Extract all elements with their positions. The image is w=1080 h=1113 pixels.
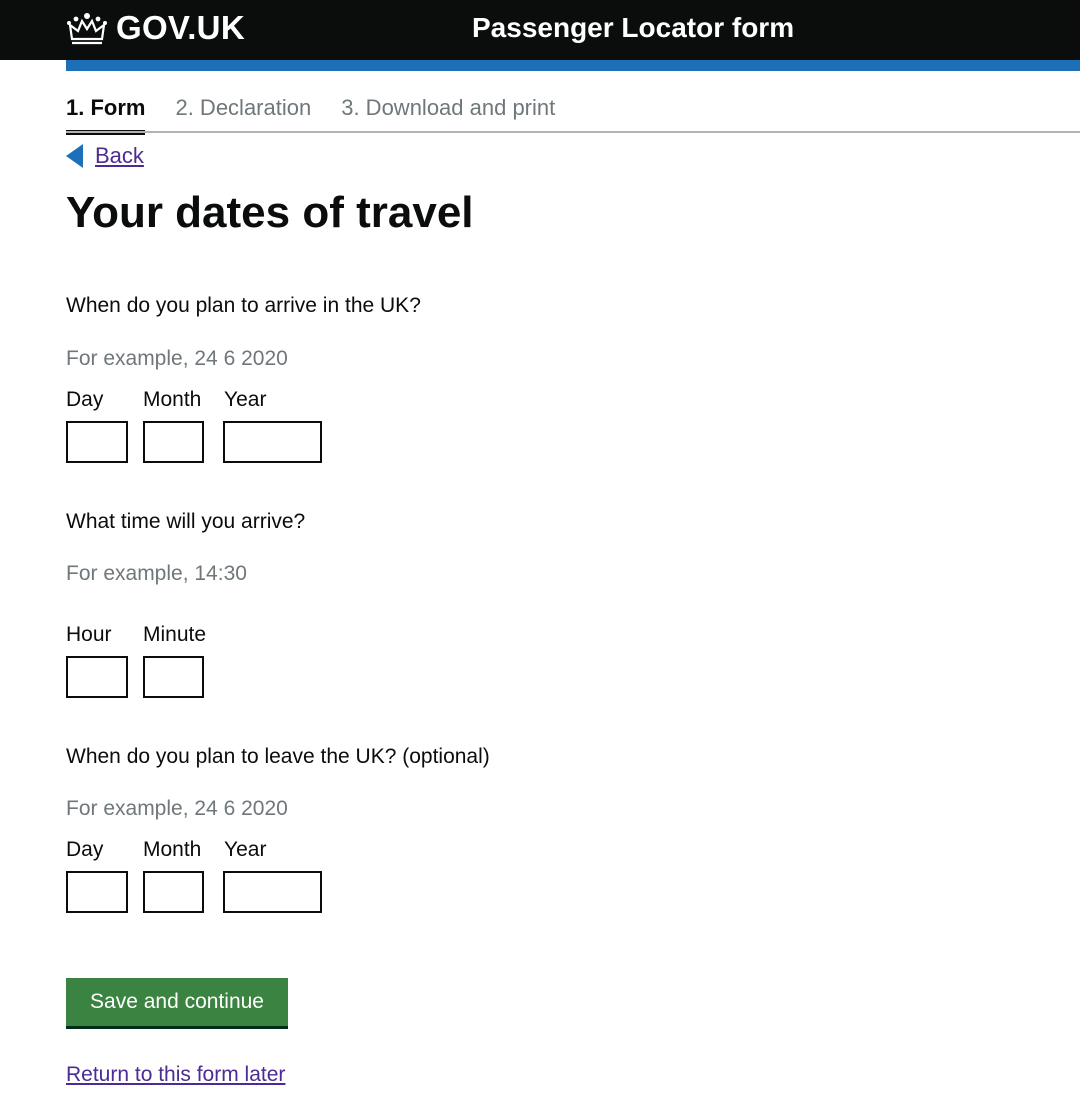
arrival-hour-label: Hour bbox=[66, 623, 112, 646]
arrival-day-input[interactable] bbox=[66, 421, 128, 463]
step-declaration[interactable]: 2. Declaration bbox=[175, 90, 311, 132]
arrival-date-hint: For example, 24 6 2020 bbox=[66, 347, 288, 370]
site-header: GOV.UK Passenger Locator form bbox=[0, 0, 1080, 60]
govuk-logo[interactable]: GOV.UK bbox=[66, 8, 245, 48]
arrival-month-label: Month bbox=[143, 388, 202, 411]
arrival-month-input[interactable] bbox=[143, 421, 204, 463]
steps-divider bbox=[66, 131, 1080, 133]
back-link-container[interactable]: Back bbox=[66, 140, 144, 172]
crown-icon bbox=[67, 13, 107, 45]
leave-day-label: Day bbox=[66, 838, 104, 861]
header-accent-bar bbox=[66, 60, 1080, 71]
return-later-link[interactable]: Return to this form later bbox=[66, 1060, 285, 1090]
arrival-time-question: What time will you arrive? bbox=[66, 510, 306, 533]
arrival-minute-input[interactable] bbox=[143, 656, 204, 698]
arrival-year-input[interactable] bbox=[223, 421, 322, 463]
arrival-date-question: When do you plan to arrive in the UK? bbox=[66, 294, 421, 317]
arrival-time-hint: For example, 14:30 bbox=[66, 562, 247, 585]
leave-year-label: Year bbox=[224, 838, 267, 861]
page-title: Your dates of travel bbox=[66, 188, 474, 237]
logo-text: GOV.UK bbox=[116, 9, 245, 46]
leave-month-input[interactable] bbox=[143, 871, 204, 913]
arrival-year-label: Year bbox=[224, 388, 267, 411]
leave-month-label: Month bbox=[143, 838, 202, 861]
leave-date-question: When do you plan to leave the UK? (optio… bbox=[66, 745, 490, 768]
arrival-day-label: Day bbox=[66, 388, 104, 411]
leave-date-hint: For example, 24 6 2020 bbox=[66, 797, 288, 820]
service-name[interactable]: Passenger Locator form bbox=[472, 10, 794, 46]
step-navigation: 1. Form 2. Declaration 3. Download and p… bbox=[66, 90, 585, 135]
arrival-minute-label: Minute bbox=[143, 623, 207, 646]
back-link[interactable]: Back bbox=[95, 140, 144, 172]
back-arrow-icon bbox=[66, 144, 83, 168]
arrival-hour-input[interactable] bbox=[66, 656, 128, 698]
leave-day-input[interactable] bbox=[66, 871, 128, 913]
step-form[interactable]: 1. Form bbox=[66, 90, 146, 135]
leave-year-input[interactable] bbox=[223, 871, 322, 913]
save-and-continue-button[interactable]: Save and continue bbox=[66, 978, 288, 1026]
step-download-print[interactable]: 3. Download and print bbox=[341, 90, 555, 132]
